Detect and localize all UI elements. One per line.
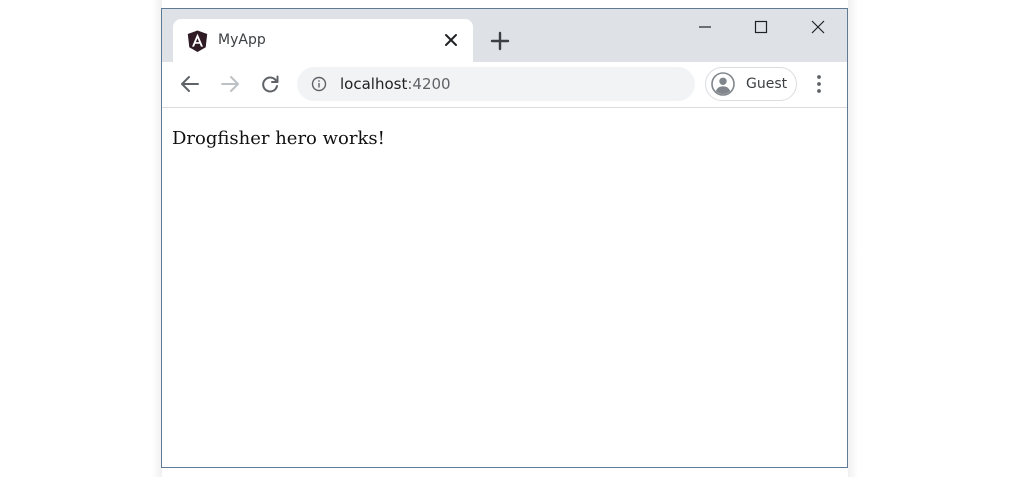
close-icon	[811, 20, 825, 34]
tab-myapp[interactable]: MyApp	[173, 19, 473, 62]
window-close-button[interactable]	[790, 9, 846, 43]
url-host: localhost	[340, 75, 408, 93]
close-icon[interactable]	[443, 32, 459, 48]
new-tab-button[interactable]	[488, 29, 512, 53]
info-icon[interactable]	[311, 76, 327, 92]
minimize-icon	[699, 26, 711, 28]
arrow-left-icon	[181, 76, 199, 92]
profile-button[interactable]: Guest	[705, 67, 797, 101]
profile-label: Guest	[746, 76, 788, 92]
screenshot-canvas: MyApp localhost:4200 Guest Drogfisher he…	[0, 0, 1011, 477]
tab-strip: MyApp	[162, 9, 847, 62]
browser-window: MyApp localhost:4200 Guest Drogfisher he…	[161, 8, 848, 468]
kebab-menu-icon[interactable]	[810, 72, 828, 96]
maximize-icon	[754, 20, 768, 34]
back-button[interactable]	[178, 72, 202, 96]
page-body-text: Drogfisher hero works!	[172, 128, 385, 149]
right-edge-shadow	[848, 0, 858, 477]
maximize-button[interactable]	[733, 9, 789, 43]
reload-icon	[262, 75, 279, 93]
angular-logo-icon	[187, 30, 208, 53]
plus-icon	[490, 31, 510, 51]
url-text: localhost:4200	[340, 74, 451, 94]
browser-toolbar: localhost:4200 Guest	[162, 62, 847, 108]
page-content: Drogfisher hero works!	[162, 108, 847, 467]
tab-title: MyApp	[218, 32, 266, 48]
address-bar[interactable]: localhost:4200	[297, 67, 695, 101]
reload-button[interactable]	[258, 72, 282, 96]
arrow-right-icon	[221, 76, 239, 92]
url-port: :4200	[407, 75, 451, 93]
guest-avatar-icon	[711, 72, 735, 96]
forward-button[interactable]	[218, 72, 242, 96]
minimize-button[interactable]	[677, 9, 733, 43]
